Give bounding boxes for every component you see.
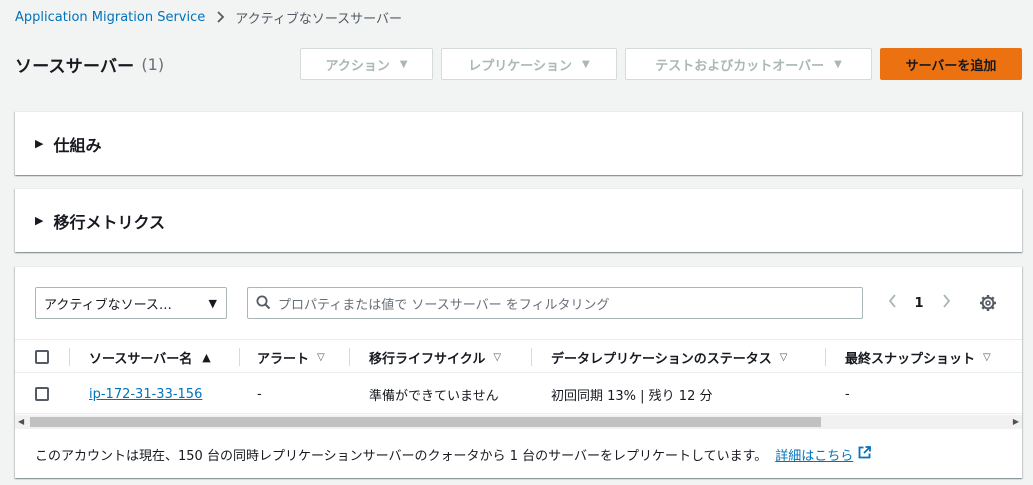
column-header-lifecycle[interactable]: 移行ライフサイクル ▽ [369,340,501,374]
how-it-works-label: 仕組み [53,135,102,155]
gear-icon[interactable] [979,294,997,316]
page-title: ソースサーバー [15,56,135,77]
filter-placeholder: プロパティまたは値で ソースサーバー をフィルタリング [278,297,610,313]
scroll-right-icon[interactable]: ▶ [1013,417,1019,426]
actions-dropdown-button[interactable]: アクション ▼ [300,48,433,80]
page-header: ソースサーバー (1) アクション ▼ レプリケーション ▼ テストおよびカット… [15,48,1022,80]
column-divider [239,348,240,366]
previous-page-icon[interactable] [885,294,899,312]
column-header-last-snapshot-label: 最終スナップショット [845,351,976,367]
cell-last-snapshot: - [845,386,850,402]
table-row[interactable]: ip-172-31-33-156 - 準備ができていません 初回同期 13% |… [15,374,1022,414]
test-cutover-dropdown-button[interactable]: テストおよびカットオーバー ▼ [625,48,872,80]
table-header-row: ソースサーバー名 ▲ アラート ▽ 移行ライフサイクル ▽ データレプリケーショ… [15,339,1022,373]
column-header-last-snapshot[interactable]: 最終スナップショット ▽ [845,340,991,374]
server-status-filter-select[interactable]: アクティブなソース… ▼ [35,287,227,319]
replication-button-label: レプリケーション [468,58,573,74]
column-header-lifecycle-label: 移行ライフサイクル [369,351,486,367]
column-header-alerts[interactable]: アラート ▽ [257,340,325,374]
column-header-alerts-label: アラート [257,351,310,367]
property-filter-input[interactable]: プロパティまたは値で ソースサーバー をフィルタリング [247,287,863,319]
migration-metrics-label: 移行メトリクス [53,212,165,232]
how-it-works-expander[interactable]: ▶ 仕組み [15,111,1022,175]
external-link-icon[interactable] [858,446,872,463]
column-header-replication-status-label: データレプリケーションのステータス [551,351,772,367]
sort-icon: ▽ [317,351,325,363]
sort-icon: ▽ [983,351,991,363]
migration-metrics-expander[interactable]: ▶ 移行メトリクス [15,188,1022,252]
column-header-name-label: ソースサーバー名 [89,351,193,367]
caret-right-icon: ▶ [35,137,44,150]
horizontal-scrollbar[interactable]: ◀ ▶ [15,415,1022,429]
row-checkbox-cell [35,374,49,414]
header-actions: アクション ▼ レプリケーション ▼ テストおよびカットオーバー ▼ サーバーを… [300,48,1022,80]
sort-icon: ▽ [493,351,502,363]
breadcrumb-current: アクティブなソースサーバー [235,11,403,27]
column-header-replication-status[interactable]: データレプリケーションのステータス ▽ [551,340,787,374]
breadcrumb: Application Migration Service アクティブなソースサ… [15,7,402,27]
cell-replication-status: 初回同期 13% | 残り 12 分 [551,388,713,404]
column-divider [69,348,70,366]
search-icon [256,295,271,314]
sort-icon: ▽ [779,351,788,363]
test-cutover-button-label: テストおよびカットオーバー [655,58,825,74]
chevron-right-icon [217,11,225,23]
caret-down-icon: ▼ [399,58,408,70]
caret-right-icon: ▶ [35,214,44,227]
server-count: (1) [141,54,165,74]
cell-name: ip-172-31-33-156 [89,374,202,414]
caret-down-icon: ▼ [208,296,217,310]
add-server-button[interactable]: サーバーを追加 [880,48,1022,80]
cell-alerts: - [257,386,262,402]
breadcrumb-link-service[interactable]: Application Migration Service [15,10,205,25]
scrollbar-thumb[interactable] [30,417,821,427]
sort-ascending-icon: ▲ [202,350,211,364]
actions-button-label: アクション [325,58,390,74]
column-divider [531,348,532,366]
next-page-icon[interactable] [939,294,953,312]
pagination: 1 [885,291,953,315]
quota-info-text: このアカウントは現在、150 台の同時レプリケーションサーバーのクォータから 1… [35,449,768,464]
source-servers-table-panel: アクティブなソース… ▼ プロパティまたは値で ソースサーバー をフィルタリング… [15,266,1022,478]
filter-select-value: アクティブなソース… [44,297,172,313]
column-divider [349,348,350,366]
column-divider [825,348,826,366]
current-page-number[interactable]: 1 [899,296,939,311]
column-header-name[interactable]: ソースサーバー名 ▲ [89,340,211,374]
scroll-left-icon[interactable]: ◀ [18,417,24,426]
caret-down-icon: ▼ [582,58,590,70]
quota-info: このアカウントは現在、150 台の同時レプリケーションサーバーのクォータから 1… [35,445,872,464]
replication-dropdown-button[interactable]: レプリケーション ▼ [441,48,617,80]
learn-more-link[interactable]: 詳細はこちら [775,445,853,464]
row-checkbox[interactable] [35,387,49,401]
caret-down-icon: ▼ [834,58,842,70]
cell-lifecycle: 準備ができていません [369,388,499,404]
server-name-link[interactable]: ip-172-31-33-156 [89,387,202,402]
select-all-checkbox[interactable] [35,350,49,364]
select-all-checkbox-cell [35,340,49,374]
